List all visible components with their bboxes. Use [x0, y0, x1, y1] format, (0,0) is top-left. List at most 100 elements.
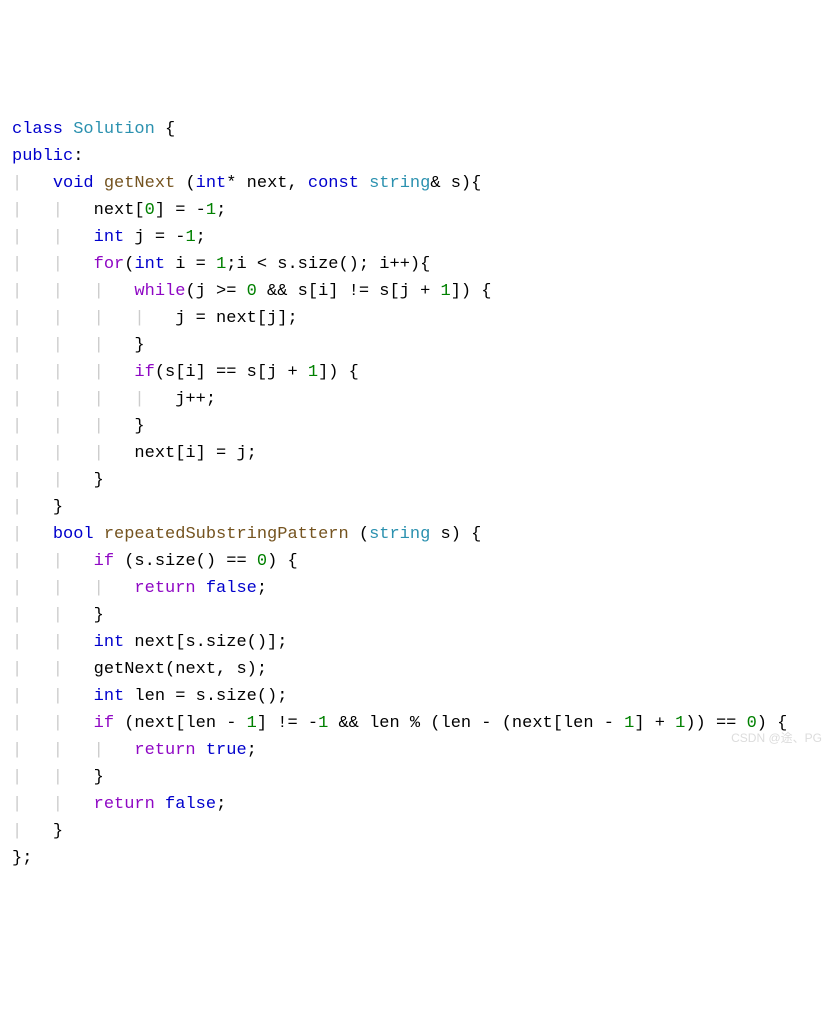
code-token: }	[94, 471, 104, 490]
code-token: string	[369, 174, 430, 193]
code-token: ]) {	[451, 282, 492, 301]
code-token: true	[206, 741, 247, 760]
code-line: | | | | j++;	[12, 386, 820, 413]
code-token: class	[12, 120, 63, 139]
code-line: | | return false;	[12, 791, 820, 818]
code-token: | |	[12, 228, 94, 247]
code-token: getNext(next, s);	[94, 660, 267, 679]
code-token: 1	[318, 714, 328, 733]
code-token: 1	[441, 282, 451, 301]
code-token	[94, 525, 104, 544]
code-token: | |	[12, 633, 94, 652]
code-token: |	[12, 822, 53, 841]
code-token: (next[len -	[114, 714, 247, 733]
code-token: }	[134, 336, 144, 355]
code-line: | | | next[i] = j;	[12, 440, 820, 467]
code-token	[155, 795, 165, 814]
code-line: | | | return true;	[12, 737, 820, 764]
code-token: (	[124, 255, 134, 274]
code-token: ]) {	[318, 363, 359, 382]
code-token: ;i < s.size(); i++){	[226, 255, 430, 274]
code-token: if	[94, 552, 114, 571]
code-token: | | |	[12, 579, 134, 598]
code-token: {	[155, 120, 175, 139]
code-line: class Solution {	[12, 116, 820, 143]
code-token: | | |	[12, 363, 134, 382]
code-line: | | | }	[12, 413, 820, 440]
code-token: (	[349, 525, 369, 544]
code-line: | | | | j = next[j];	[12, 305, 820, 332]
code-token	[63, 120, 73, 139]
code-token: int	[196, 174, 227, 193]
code-token: j++;	[175, 390, 216, 409]
code-line: | }	[12, 494, 820, 521]
code-token: public	[12, 147, 73, 166]
code-token: false	[206, 579, 257, 598]
code-token: ;	[216, 201, 226, 220]
code-token: int	[134, 255, 165, 274]
code-token: 1	[185, 228, 195, 247]
code-token: 0	[145, 201, 155, 220]
watermark: CSDN @途、PG	[731, 725, 822, 752]
code-token: 1	[206, 201, 216, 220]
code-token: ] != -	[257, 714, 318, 733]
code-token: 0	[247, 282, 257, 301]
code-block: class Solution {public:| void getNext (i…	[12, 116, 820, 872]
code-token: int	[94, 633, 125, 652]
code-token: Solution	[73, 120, 155, 139]
code-token: ] = -	[155, 201, 206, 220]
code-token: if	[94, 714, 114, 733]
code-token: | | | |	[12, 390, 175, 409]
code-token: 1	[247, 714, 257, 733]
code-line: | | }	[12, 764, 820, 791]
code-token: ;	[216, 795, 226, 814]
code-line: | }	[12, 818, 820, 845]
code-line: | | if (s.size() == 0) {	[12, 548, 820, 575]
code-token: void	[53, 174, 94, 193]
code-token: const	[308, 174, 359, 193]
code-token: j = -	[124, 228, 185, 247]
code-line: | | next[0] = -1;	[12, 197, 820, 224]
code-token: |	[12, 174, 53, 193]
code-token: int	[94, 228, 125, 247]
code-line: | | int j = -1;	[12, 224, 820, 251]
code-token: |	[12, 498, 53, 517]
code-token: | | |	[12, 741, 134, 760]
code-line: | | for(int i = 1;i < s.size(); i++){	[12, 251, 820, 278]
code-line: | | }	[12, 602, 820, 629]
code-token: (s[i] == s[j +	[155, 363, 308, 382]
code-token: | |	[12, 714, 94, 733]
code-token: }	[94, 606, 104, 625]
code-line: | | }	[12, 467, 820, 494]
code-token: | |	[12, 768, 94, 787]
code-line: | | getNext(next, s);	[12, 656, 820, 683]
code-token: (j >=	[185, 282, 246, 301]
code-token: next[i] = j;	[134, 444, 256, 463]
code-token: (	[175, 174, 195, 193]
code-token: ;	[257, 579, 267, 598]
code-token: | | | |	[12, 309, 175, 328]
code-token: next[	[94, 201, 145, 220]
code-line: | | int next[s.size()];	[12, 629, 820, 656]
code-token: len = s.size();	[124, 687, 287, 706]
code-token: ) {	[267, 552, 298, 571]
code-token	[196, 579, 206, 598]
code-token: ] +	[634, 714, 675, 733]
code-line: public:	[12, 143, 820, 170]
code-token: }	[53, 498, 63, 517]
code-token: s) {	[430, 525, 481, 544]
code-token: | |	[12, 687, 94, 706]
code-line: | | if (next[len - 1] != -1 && len % (le…	[12, 710, 820, 737]
code-token: (s.size() ==	[114, 552, 257, 571]
code-line: };	[12, 845, 820, 872]
code-token: & s){	[430, 174, 481, 193]
code-token: | |	[12, 255, 94, 274]
code-token: | |	[12, 471, 94, 490]
code-token: | | |	[12, 282, 134, 301]
code-token: return	[94, 795, 155, 814]
code-token: 1	[216, 255, 226, 274]
code-token: | |	[12, 606, 94, 625]
code-token: ;	[247, 741, 257, 760]
code-token: 1	[624, 714, 634, 733]
code-token: 0	[257, 552, 267, 571]
